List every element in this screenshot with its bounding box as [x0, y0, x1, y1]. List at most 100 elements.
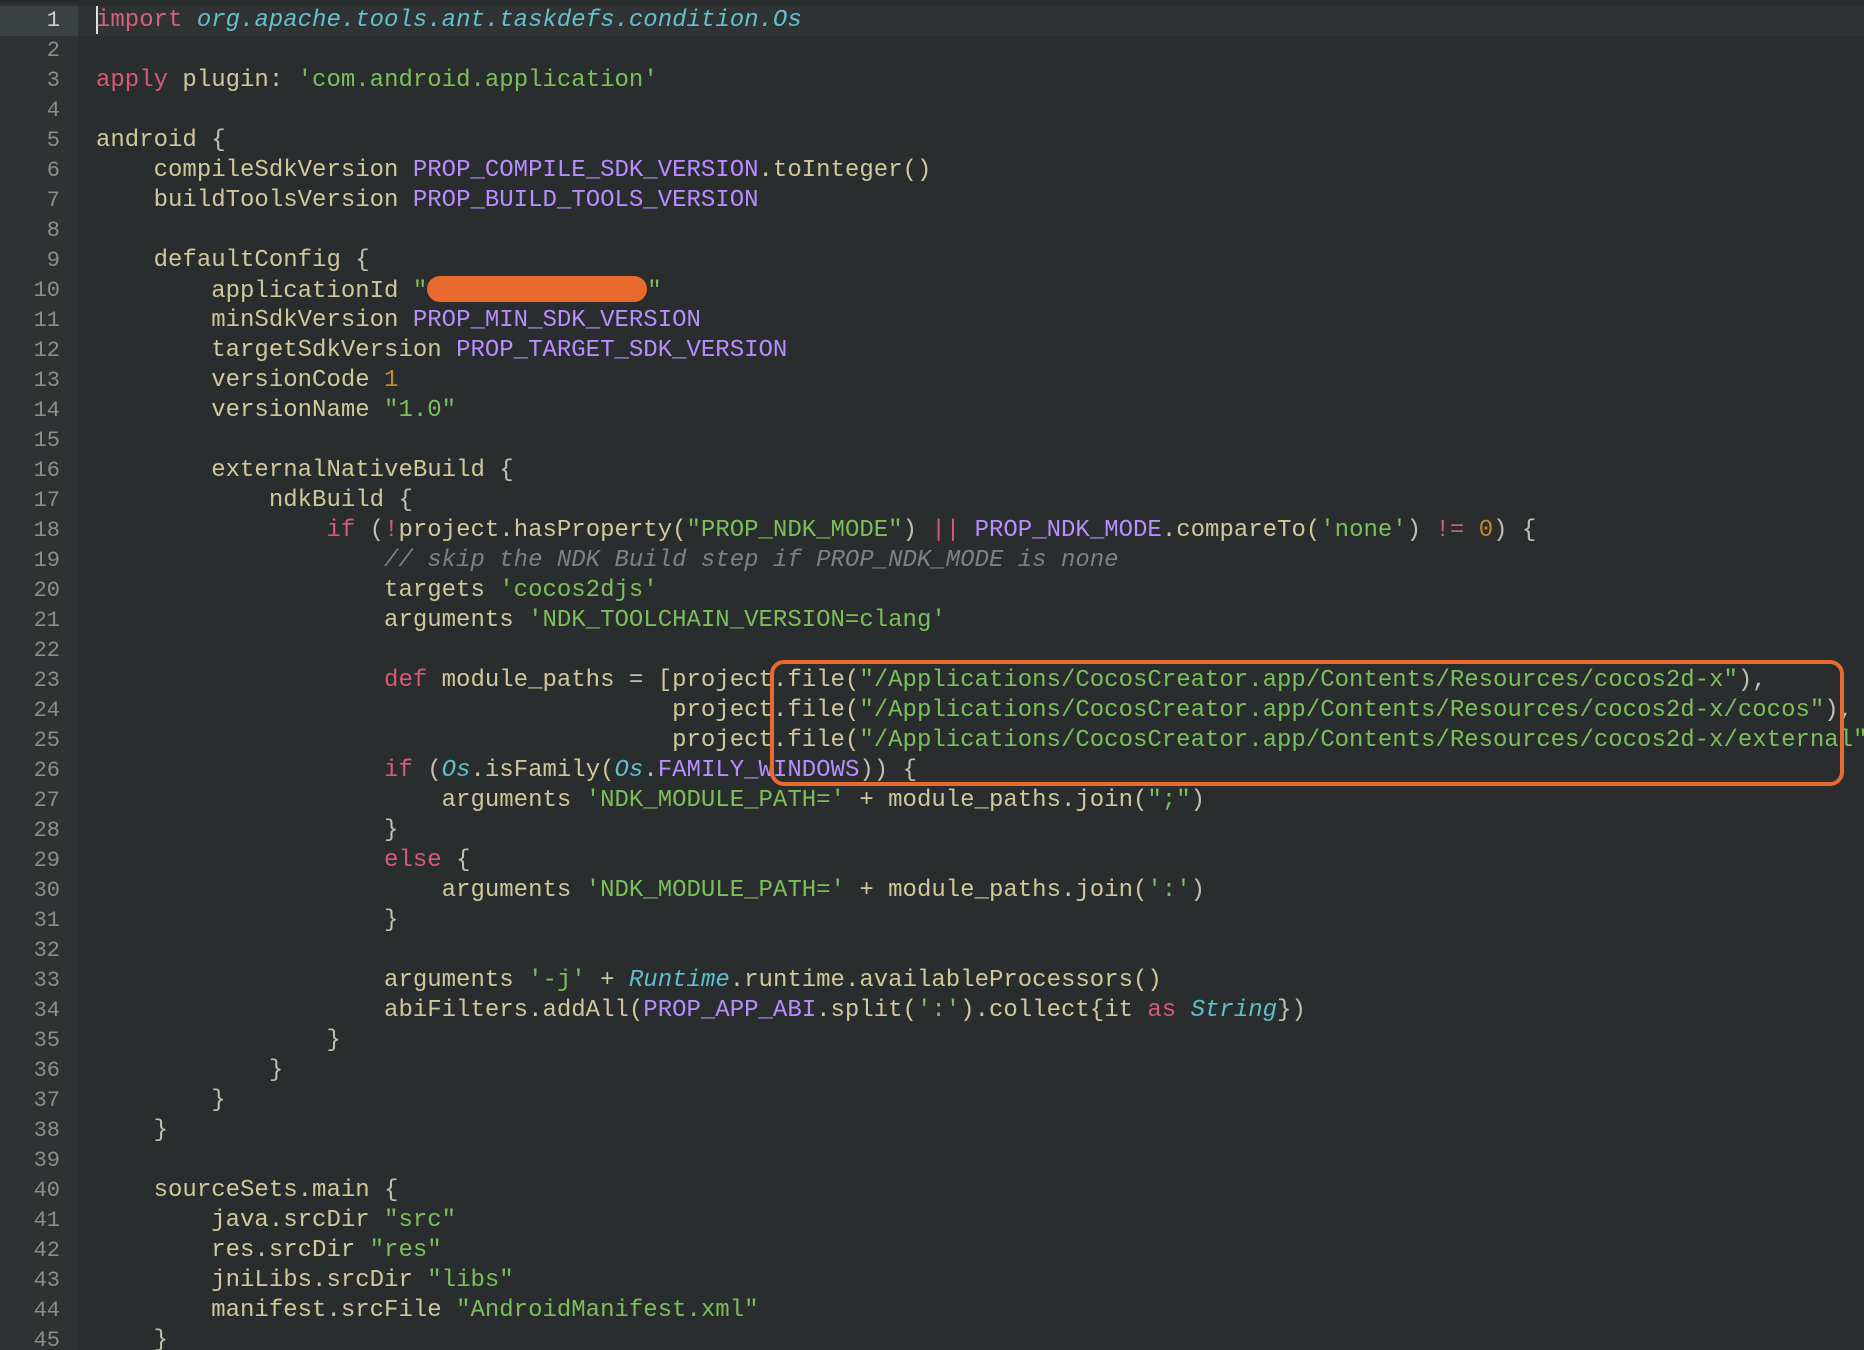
code-line[interactable]: abiFilters.addAll(PROP_APP_ABI.split(':'… [78, 996, 1864, 1026]
code-token: arguments [442, 877, 586, 904]
code-line[interactable]: import org.apache.tools.ant.taskdefs.con… [78, 6, 1864, 36]
code-line[interactable]: arguments '-j' + Runtime.runtime.availab… [78, 966, 1864, 996]
code-line[interactable]: arguments 'NDK_MODULE_PATH=' + module_pa… [78, 876, 1864, 906]
code-line[interactable]: compileSdkVersion PROP_COMPILE_SDK_VERSI… [78, 156, 1864, 186]
line-number: 36 [0, 1056, 78, 1086]
code-token [96, 457, 211, 484]
code-line[interactable]: } [78, 1026, 1864, 1056]
code-token: applicationId [211, 278, 413, 305]
code-token [96, 1297, 211, 1324]
code-line[interactable] [78, 216, 1864, 246]
code-line[interactable]: targetSdkVersion PROP_TARGET_SDK_VERSION [78, 336, 1864, 366]
code-token [96, 817, 384, 844]
line-number: 1 [0, 6, 78, 36]
code-token [96, 1267, 211, 1294]
line-number: 22 [0, 636, 78, 666]
code-token [96, 307, 211, 334]
code-token [96, 547, 384, 574]
code-token: Runtime [629, 967, 730, 994]
line-number: 13 [0, 366, 78, 396]
code-line[interactable]: externalNativeBuild { [78, 456, 1864, 486]
line-number: 19 [0, 546, 78, 576]
code-line[interactable]: versionCode 1 [78, 366, 1864, 396]
line-number: 6 [0, 156, 78, 186]
code-line[interactable]: buildToolsVersion PROP_BUILD_TOOLS_VERSI… [78, 186, 1864, 216]
code-line[interactable]: } [78, 1116, 1864, 1146]
code-token [96, 247, 154, 274]
code-token [96, 1057, 269, 1084]
code-token: project.file( [672, 727, 859, 754]
code-token: ndkBuild [269, 487, 399, 514]
code-token: else [384, 847, 456, 874]
code-token: android [96, 127, 211, 154]
code-line[interactable]: manifest.srcFile "AndroidManifest.xml" [78, 1296, 1864, 1326]
code-area[interactable]: import org.apache.tools.ant.taskdefs.con… [78, 0, 1864, 1350]
code-line[interactable]: defaultConfig { [78, 246, 1864, 276]
code-line[interactable]: res.srcDir "res" [78, 1236, 1864, 1266]
code-line[interactable]: else { [78, 846, 1864, 876]
code-token: { [398, 487, 412, 514]
code-line[interactable]: sourceSets.main { [78, 1176, 1864, 1206]
code-token: Os [615, 757, 644, 784]
code-line[interactable]: } [78, 1056, 1864, 1086]
code-line[interactable]: def module_paths = [project.file("/Appli… [78, 666, 1864, 696]
code-token [96, 1237, 211, 1264]
code-token: ) [1191, 787, 1205, 814]
code-token: "/Applications/CocosCreator.app/Contents… [859, 697, 1824, 724]
code-line[interactable] [78, 936, 1864, 966]
code-token: )) { [859, 757, 917, 784]
code-line[interactable]: } [78, 906, 1864, 936]
code-line[interactable]: } [78, 1326, 1864, 1350]
code-line[interactable]: targets 'cocos2djs' [78, 576, 1864, 606]
line-number: 29 [0, 846, 78, 876]
code-token: ( [427, 757, 441, 784]
code-token: defaultConfig [154, 247, 356, 274]
code-line[interactable]: minSdkVersion PROP_MIN_SDK_VERSION [78, 306, 1864, 336]
code-token: externalNativeBuild [211, 457, 499, 484]
line-number: 42 [0, 1236, 78, 1266]
code-token [96, 278, 211, 305]
code-line[interactable]: project.file("/Applications/CocosCreator… [78, 726, 1864, 756]
code-line[interactable]: applicationId "" [78, 276, 1864, 306]
code-line[interactable]: // skip the NDK Build step if PROP_NDK_M… [78, 546, 1864, 576]
code-line[interactable]: } [78, 816, 1864, 846]
code-token: Os [442, 757, 471, 784]
line-number: 40 [0, 1176, 78, 1206]
code-token: buildToolsVersion [154, 187, 413, 214]
code-line[interactable]: android { [78, 126, 1864, 156]
code-token: ), [1738, 667, 1767, 694]
code-line[interactable]: project.file("/Applications/CocosCreator… [78, 696, 1864, 726]
code-line[interactable]: ndkBuild { [78, 486, 1864, 516]
code-token [96, 157, 154, 184]
code-line[interactable]: } [78, 1086, 1864, 1116]
line-number: 28 [0, 816, 78, 846]
code-line[interactable]: arguments 'NDK_MODULE_PATH=' + module_pa… [78, 786, 1864, 816]
code-line[interactable]: java.srcDir "src" [78, 1206, 1864, 1236]
code-token: PROP_COMPILE_SDK_VERSION [413, 157, 759, 184]
code-line[interactable] [78, 426, 1864, 456]
code-line[interactable]: apply plugin: 'com.android.application' [78, 66, 1864, 96]
line-number: 7 [0, 186, 78, 216]
code-line[interactable]: if (Os.isFamily(Os.FAMILY_WINDOWS)) { [78, 756, 1864, 786]
code-token [96, 337, 211, 364]
code-token: compileSdkVersion [154, 157, 413, 184]
line-number: 27 [0, 786, 78, 816]
code-line[interactable] [78, 1146, 1864, 1176]
code-token: ( [370, 517, 384, 544]
code-token: plugin [182, 67, 268, 94]
code-line[interactable] [78, 96, 1864, 126]
code-token: ) [903, 517, 932, 544]
code-token [96, 1087, 211, 1114]
code-line[interactable]: versionName "1.0" [78, 396, 1864, 426]
code-line[interactable] [78, 36, 1864, 66]
code-token: project.file( [672, 697, 859, 724]
line-number: 33 [0, 966, 78, 996]
code-line[interactable]: if (!project.hasProperty("PROP_NDK_MODE"… [78, 516, 1864, 546]
code-line[interactable]: jniLibs.srcDir "libs" [78, 1266, 1864, 1296]
line-number: 15 [0, 426, 78, 456]
code-token: .compareTo( [1162, 517, 1320, 544]
code-editor[interactable]: 1234567891011121314151617181920212223242… [0, 0, 1864, 1350]
code-line[interactable] [78, 636, 1864, 666]
code-line[interactable]: arguments 'NDK_TOOLCHAIN_VERSION=clang' [78, 606, 1864, 636]
code-token: org.apache.tools.ant.taskdefs.condition.… [197, 7, 802, 34]
